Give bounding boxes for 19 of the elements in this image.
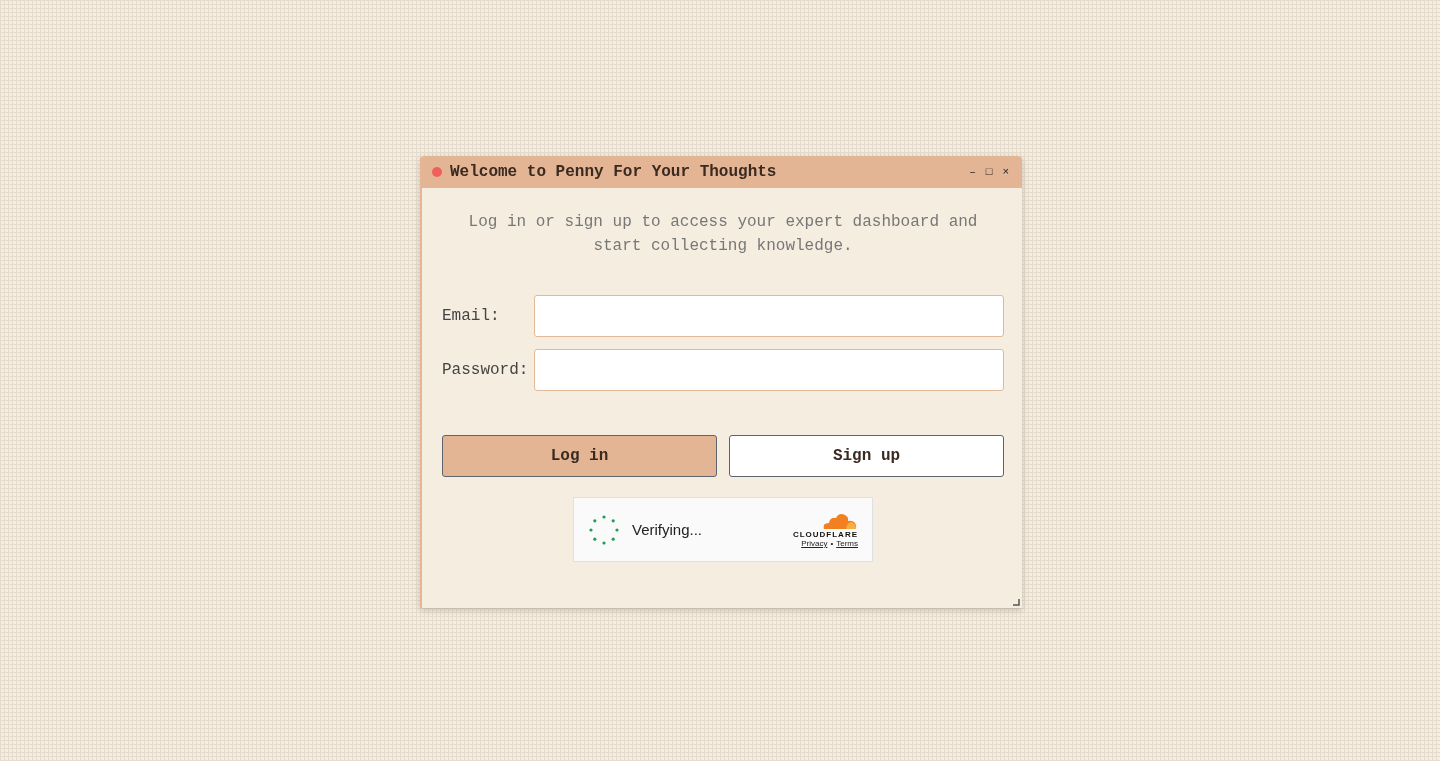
separator-text: •	[830, 538, 834, 548]
window-title: Welcome to Penny For Your Thoughts	[450, 163, 778, 181]
intro-text: Log in or sign up to access your expert dashboard and start collecting knowledge.	[467, 212, 979, 257]
login-button[interactable]: Log in	[442, 435, 717, 477]
status-dot-icon	[432, 167, 442, 177]
maximize-button[interactable]: □	[982, 166, 996, 178]
field-label: Password:	[442, 361, 530, 379]
input-field[interactable]	[534, 349, 1004, 391]
brand-name: CLOUDFLARE	[792, 529, 858, 539]
minimize-button[interactable]: –	[966, 166, 979, 178]
spinner-icon	[588, 513, 620, 546]
privacy-link[interactable]: Privacy	[801, 538, 828, 548]
close-button[interactable]: ×	[999, 166, 1012, 178]
field-label: Email:	[442, 307, 501, 325]
signup-button[interactable]: Sign up	[729, 435, 1004, 477]
input-field[interactable]	[534, 295, 1004, 337]
terms-link[interactable]: Terms	[836, 538, 858, 548]
resize-grip-icon[interactable]	[1013, 599, 1020, 606]
status-text: Verifying...	[632, 521, 704, 538]
